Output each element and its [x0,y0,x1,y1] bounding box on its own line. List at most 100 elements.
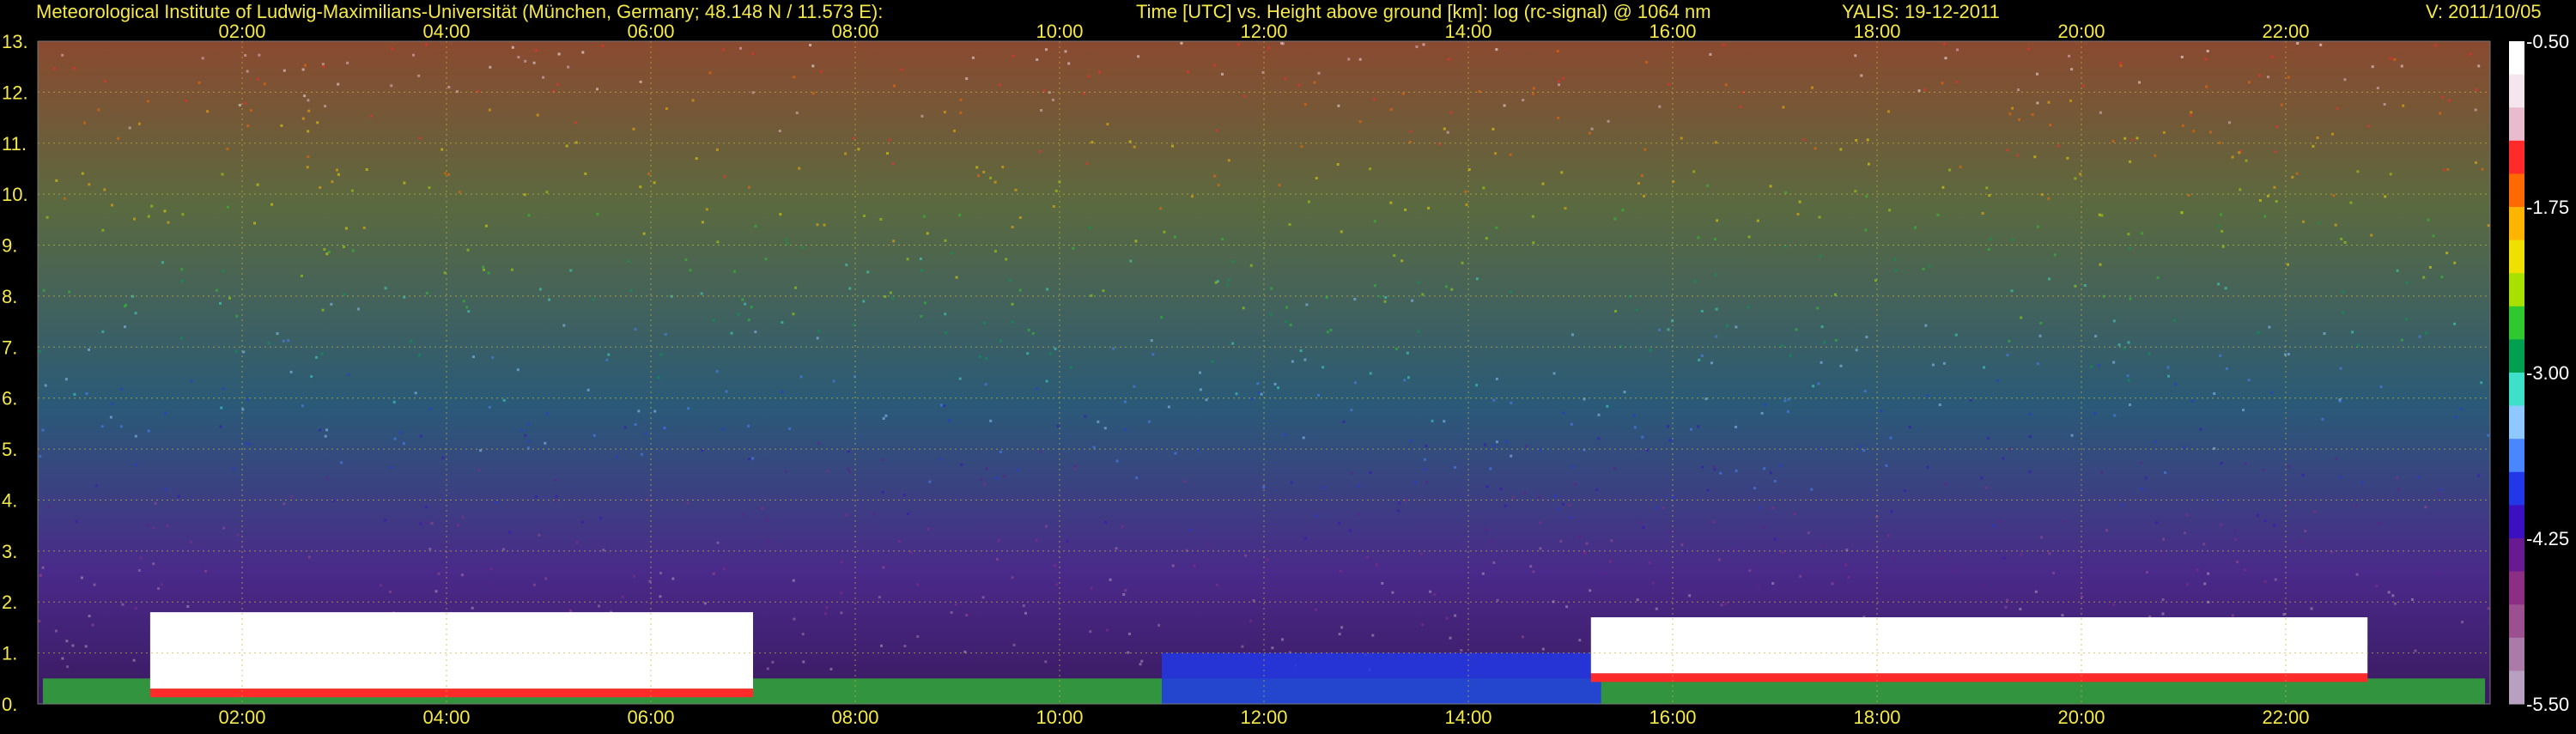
noise-dot [2411,598,2414,601]
noise-dot [319,428,321,432]
noise-dot [310,375,313,379]
noise-dot [2186,583,2189,586]
noise-dot [1128,140,1132,143]
noise-dot [256,77,259,81]
noise-dot [1227,159,1230,162]
noise-dot [751,457,755,460]
colorbar-tick-label: -0.50 [2526,31,2569,52]
noise-dot [2287,76,2290,79]
noise-dot [316,121,319,124]
noise-dot [1002,475,1005,478]
noise-dot [1074,464,1077,468]
noise-dot [1818,215,1821,219]
noise-dot [1954,333,1958,337]
noise-dot [2047,197,2050,200]
noise-dot [872,513,876,516]
noise-dot [1373,284,1376,288]
noise-dot [629,289,633,292]
noise-dot [2343,78,2347,82]
colorbar-tick-label: -5.50 [2526,694,2569,715]
noise-dot [1369,167,1372,171]
noise-dot [2017,88,2020,92]
noise-dot [1504,504,1507,507]
noise-dot [181,279,185,282]
noise-dot [428,186,431,190]
noise-dot [1271,646,1274,650]
noise-dot [1509,153,1512,156]
noise-dot [1642,525,1645,529]
noise-dot [304,64,307,67]
noise-dot [2434,44,2438,47]
noise-dot [985,357,988,361]
noise-dot [1358,58,1362,61]
noise-dot [495,501,498,504]
noise-dot [977,174,980,178]
colorbar-segment [2509,505,2524,539]
noise-dot [1104,521,1108,524]
noise-dot [1855,139,1858,142]
noise-dot [1999,519,2002,523]
noise-dot [256,183,259,186]
noise-dot [1235,392,1238,396]
noise-dot [2351,331,2354,334]
noise-dot [2439,112,2442,115]
noise-dot [920,114,924,118]
noise-dot [1532,92,1535,95]
noise-dot [950,611,953,614]
noise-dot [221,173,224,176]
noise-dot [1415,45,1419,48]
noise-dot [754,331,757,334]
noise-dot [951,252,954,255]
noise-dot [2006,149,2009,152]
noise-dot [2481,167,2484,171]
noise-dot [1398,501,1401,505]
noise-dot [1371,634,1375,637]
noise-dot [2127,341,2130,344]
noise-dot [829,667,833,670]
noise-dot [2221,229,2224,233]
noise-dot [280,124,283,127]
noise-dot [1680,136,1683,140]
noise-dot [1981,212,1984,215]
noise-dot [1461,261,1464,264]
noise-dot [1492,561,1496,564]
noise-dot [2008,339,2011,343]
noise-dot [419,522,422,525]
noise-dot [2245,159,2248,162]
noise-dot [644,432,647,435]
noise-dot [2321,417,2324,421]
noise-dot [2384,195,2387,198]
noise-dot [567,65,570,69]
noise-dot [1489,467,1492,470]
plot-area [37,40,2491,705]
noise-dot [245,442,248,446]
noise-dot [249,109,252,112]
noise-dot [2033,155,2037,159]
noise-dot [325,252,329,256]
colorbar-segment [2509,41,2524,76]
noise-dot [1231,260,1235,264]
noise-dot [2258,199,2262,202]
noise-dot [1431,419,1434,422]
noise-dot [1350,409,1353,412]
noise-dot [1354,381,1357,385]
noise-dot [1643,148,1647,151]
noise-dot [2340,237,2343,240]
noise-dot [902,494,906,497]
noise-dot [1730,548,1734,551]
noise-dot [437,572,440,575]
x-tick-label-top: 04:00 [422,21,470,42]
noise-dot [659,353,663,356]
noise-dot [1854,190,1857,193]
noise-dot [488,405,491,409]
noise-dot [2273,524,2276,527]
noise-dot [1366,555,1370,559]
noise-dot [799,375,803,379]
noise-dot [1046,288,1049,291]
noise-dot [955,276,958,279]
noise-dot [119,425,123,428]
noise-dot [2127,233,2130,236]
noise-dot [1112,347,1115,350]
noise-dot [1722,44,1725,46]
noise-dot [2396,476,2399,480]
